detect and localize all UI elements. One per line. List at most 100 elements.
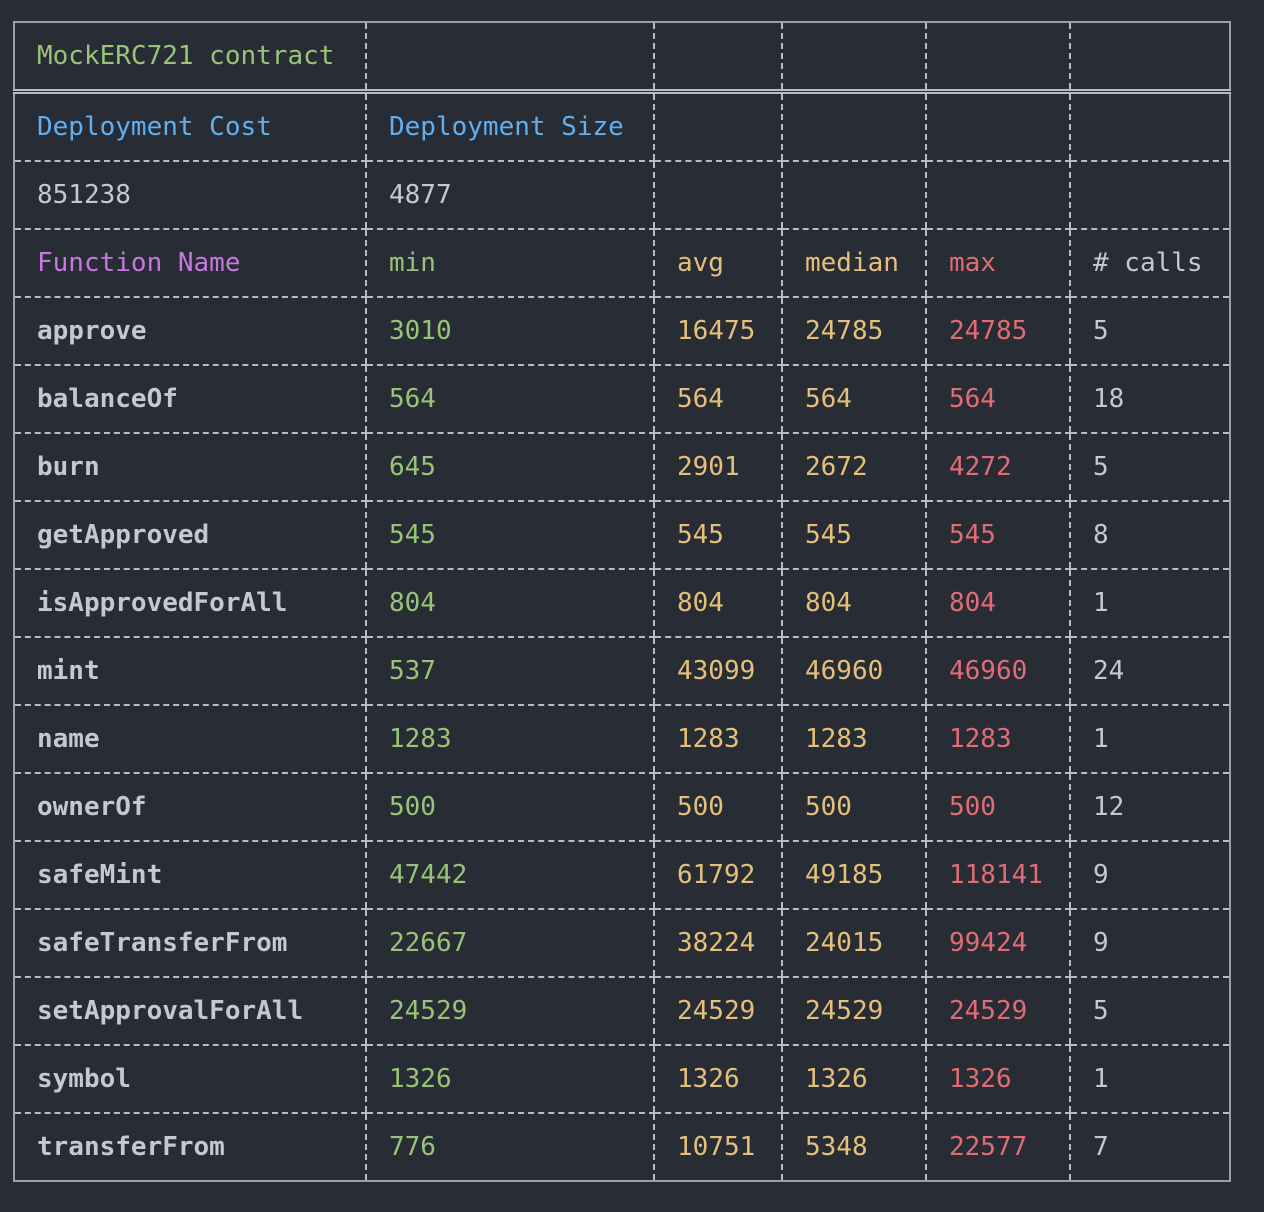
calls-cell: 18	[1069, 365, 1230, 434]
min-cell: 24529	[365, 977, 654, 1046]
table-row: approve 3010 16475 24785 24785 5	[14, 297, 1230, 366]
empty-cell	[781, 91, 926, 162]
function-name-cell: balanceOf	[14, 365, 366, 434]
deployment-size-header: Deployment Size	[365, 91, 654, 162]
deployment-values-row: 851238 4877	[14, 161, 1230, 230]
median-cell: 49185	[781, 841, 926, 910]
table-row: balanceOf 564 564 564 564 18	[14, 365, 1230, 434]
max-cell: 500	[925, 773, 1070, 842]
table-row: setApprovalForAll 24529 24529 24529 24529 5	[14, 977, 1230, 1046]
max-cell: 24529	[925, 977, 1070, 1046]
max-cell: 22577	[925, 1113, 1070, 1181]
avg-cell: 38224	[653, 909, 782, 978]
empty-cell	[925, 161, 1070, 230]
function-name-cell: safeTransferFrom	[14, 909, 366, 978]
function-name-cell: burn	[14, 433, 366, 502]
calls-cell: 8	[1069, 501, 1230, 570]
calls-cell: 5	[1069, 977, 1230, 1046]
empty-cell	[781, 22, 926, 94]
median-cell: 1326	[781, 1045, 926, 1114]
empty-cell	[1069, 91, 1230, 162]
empty-cell	[925, 91, 1070, 162]
avg-cell: 564	[653, 365, 782, 434]
min-cell: 500	[365, 773, 654, 842]
table-row: isApprovedForAll 804 804 804 804 1	[14, 569, 1230, 638]
calls-cell: 5	[1069, 433, 1230, 502]
max-cell: 1326	[925, 1045, 1070, 1114]
table-row: safeTransferFrom 22667 38224 24015 99424 9	[14, 909, 1230, 978]
avg-cell: 16475	[653, 297, 782, 366]
calls-header: # calls	[1069, 229, 1230, 298]
table-row: burn 645 2901 2672 4272 5	[14, 433, 1230, 502]
min-cell: 47442	[365, 841, 654, 910]
avg-cell: 1283	[653, 705, 782, 774]
median-cell: 2672	[781, 433, 926, 502]
min-cell: 545	[365, 501, 654, 570]
median-cell: 24015	[781, 909, 926, 978]
empty-cell	[1069, 161, 1230, 230]
min-cell: 1326	[365, 1045, 654, 1114]
min-cell: 3010	[365, 297, 654, 366]
median-cell: 24529	[781, 977, 926, 1046]
max-cell: 4272	[925, 433, 1070, 502]
avg-header: avg	[653, 229, 782, 298]
calls-cell: 24	[1069, 637, 1230, 706]
min-header: min	[365, 229, 654, 298]
contract-title-row: MockERC721 contract	[14, 22, 1230, 94]
min-cell: 537	[365, 637, 654, 706]
table-row: mint 537 43099 46960 46960 24	[14, 637, 1230, 706]
function-header-row: Function Name min avg median max # calls	[14, 229, 1230, 298]
median-cell: 500	[781, 773, 926, 842]
calls-cell: 9	[1069, 841, 1230, 910]
function-name-cell: approve	[14, 297, 366, 366]
avg-cell: 24529	[653, 977, 782, 1046]
median-cell: 1283	[781, 705, 926, 774]
table-row: safeMint 47442 61792 49185 118141 9	[14, 841, 1230, 910]
max-cell: 1283	[925, 705, 1070, 774]
function-name-cell: safeMint	[14, 841, 366, 910]
calls-cell: 1	[1069, 705, 1230, 774]
median-cell: 564	[781, 365, 926, 434]
max-header: max	[925, 229, 1070, 298]
calls-cell: 9	[1069, 909, 1230, 978]
function-name-header: Function Name	[14, 229, 366, 298]
max-cell: 99424	[925, 909, 1070, 978]
min-cell: 776	[365, 1113, 654, 1181]
min-cell: 1283	[365, 705, 654, 774]
max-cell: 804	[925, 569, 1070, 638]
median-cell: 46960	[781, 637, 926, 706]
max-cell: 46960	[925, 637, 1070, 706]
function-name-cell: mint	[14, 637, 366, 706]
function-name-cell: transferFrom	[37, 1132, 225, 1162]
function-name-cell: getApproved	[14, 501, 366, 570]
deployment-cost-header: Deployment Cost	[14, 91, 366, 162]
avg-cell: 2901	[653, 433, 782, 502]
avg-cell: 10751	[653, 1113, 782, 1181]
gas-report-table: MockERC721 contract Deployment Cost Depl…	[13, 21, 1231, 1182]
avg-cell: 1326	[653, 1045, 782, 1114]
calls-cell: 7	[1069, 1113, 1230, 1181]
function-name-cell: setApprovalForAll	[14, 977, 366, 1046]
median-cell: 545	[781, 501, 926, 570]
table-row: getApproved 545 545 545 545 8	[14, 501, 1230, 570]
avg-cell: 500	[653, 773, 782, 842]
calls-cell: 12	[1069, 773, 1230, 842]
median-cell: 804	[781, 569, 926, 638]
min-cell: 22667	[365, 909, 654, 978]
empty-cell	[365, 22, 654, 94]
deployment-size-value: 4877	[365, 161, 654, 230]
empty-cell	[653, 161, 782, 230]
median-cell: 5348	[781, 1113, 926, 1181]
min-cell: 804	[365, 569, 654, 638]
min-cell: 564	[365, 365, 654, 434]
calls-cell: 5	[1069, 297, 1230, 366]
max-cell: 24785	[925, 297, 1070, 366]
empty-cell	[925, 22, 1070, 94]
avg-cell: 61792	[653, 841, 782, 910]
function-name-cell: name	[14, 705, 366, 774]
calls-cell: 1	[1069, 569, 1230, 638]
function-name-cell: ownerOf	[14, 773, 366, 842]
table-row: name 1283 1283 1283 1283 1	[14, 705, 1230, 774]
avg-cell: 545	[653, 501, 782, 570]
median-header: median	[781, 229, 926, 298]
